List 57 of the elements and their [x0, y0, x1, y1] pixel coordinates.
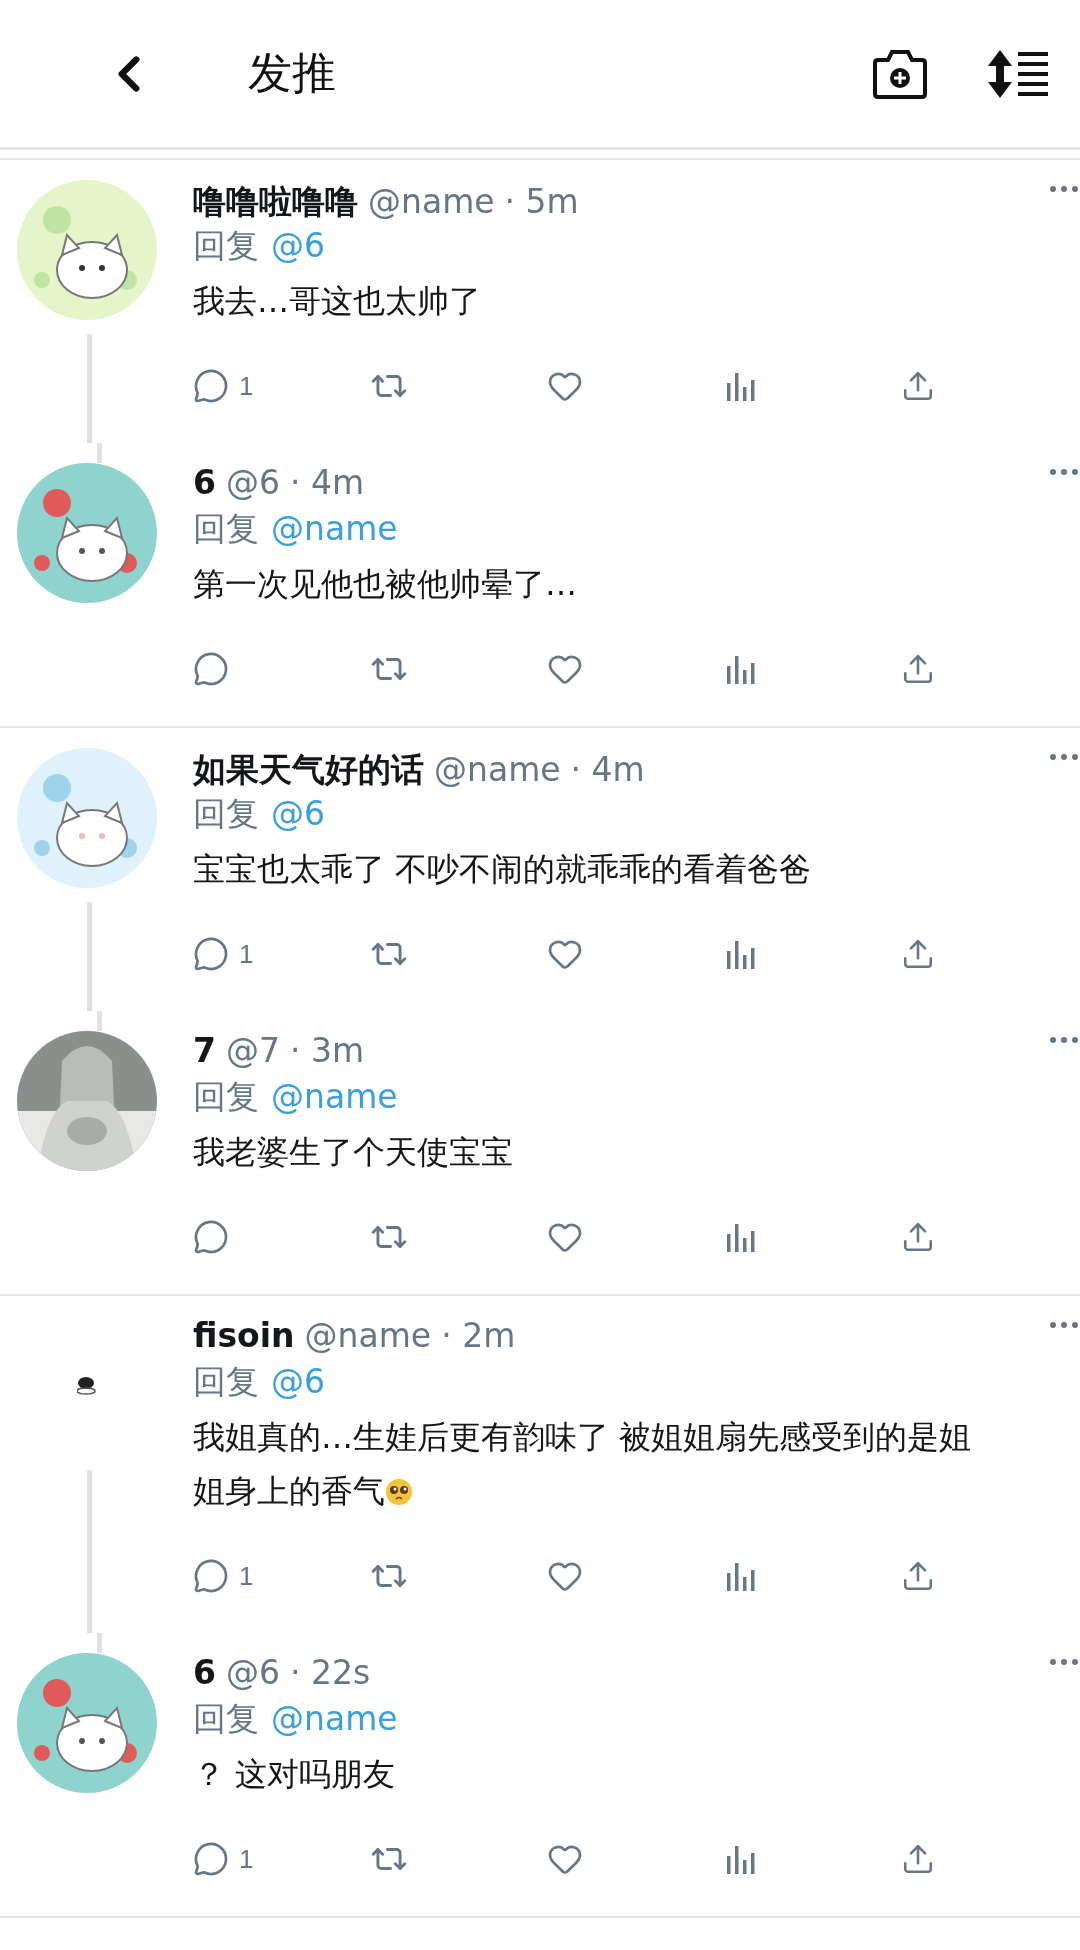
reply-count: 1 — [239, 370, 254, 402]
mention-link[interactable]: @name — [271, 1077, 398, 1116]
user-handle: @7 — [225, 1031, 280, 1070]
user-handle: @name — [368, 182, 495, 221]
tweet-text: 我姐真的…生娃后更有韵味了 被姐姐扇先感受到的是姐姐身上的香气 — [193, 1417, 973, 1512]
reply-label: 回复 — [193, 1361, 259, 1403]
reply-label: 回复 — [193, 793, 259, 835]
camera-button[interactable] — [872, 47, 928, 100]
page-title: 发推 — [248, 46, 337, 100]
reply-count: 1 — [239, 1843, 254, 1875]
post-time: · 4m — [289, 463, 365, 502]
user-name: 6 — [193, 1653, 216, 1692]
mention-link[interactable]: @6 — [271, 226, 325, 265]
user-handle: @6 — [225, 1653, 280, 1692]
post-time: · 2m — [441, 1316, 516, 1355]
reply-button[interactable] — [193, 651, 229, 687]
share-button[interactable] — [901, 1220, 935, 1254]
post-time: · 22s — [289, 1653, 371, 1692]
more-button[interactable] — [1050, 1659, 1078, 1665]
user-name: 6 — [193, 463, 216, 502]
reply-label: 回复 — [193, 508, 259, 550]
tweet-text: 我去…哥这也太帅了 — [193, 281, 482, 322]
more-button[interactable] — [1050, 469, 1078, 475]
mention-link[interactable]: @6 — [271, 794, 325, 833]
more-button[interactable] — [1050, 1037, 1078, 1043]
share-button[interactable] — [901, 1559, 935, 1593]
post-time: · 4m — [570, 750, 645, 789]
share-button[interactable] — [901, 369, 935, 403]
reply-label: 回复 — [193, 1698, 259, 1740]
post-time: · 3m — [289, 1031, 365, 1070]
reply-label: 回复 — [193, 225, 259, 267]
more-button[interactable] — [1050, 754, 1078, 760]
reply-count: 1 — [239, 938, 254, 970]
more-button[interactable] — [1050, 1322, 1078, 1328]
user-name: fisoin — [193, 1316, 295, 1355]
share-button[interactable] — [901, 1842, 935, 1876]
mention-link[interactable]: @name — [271, 509, 398, 548]
tweet-text: 第一次见他也被他帅晕了… — [193, 564, 578, 605]
more-button[interactable] — [1050, 186, 1078, 192]
reply-count: 1 — [239, 1560, 254, 1592]
mention-link[interactable]: @name — [271, 1699, 398, 1738]
user-handle: @name — [304, 1316, 432, 1355]
user-name: 7 — [193, 1031, 216, 1070]
share-button[interactable] — [901, 652, 935, 686]
camera-plus-icon — [872, 47, 928, 100]
tweet-text: 宝宝也太乖了 不吵不闹的就乖乖的看着爸爸 — [193, 849, 813, 890]
mention-link[interactable]: @6 — [271, 1362, 325, 1401]
post-time: · 5m — [504, 182, 579, 221]
user-name: 噜噜啦噜噜 — [193, 181, 358, 223]
user-handle: @name — [434, 750, 561, 789]
tweet-text: 我老婆生了个天使宝宝 — [193, 1132, 514, 1173]
tweet-text: ？ 这对吗朋友 — [193, 1754, 397, 1795]
reply-label: 回复 — [193, 1076, 259, 1118]
share-button[interactable] — [901, 937, 935, 971]
user-name: 如果天气好的话 — [193, 749, 424, 791]
reply-button[interactable] — [193, 1219, 229, 1255]
user-handle: @6 — [225, 463, 280, 502]
